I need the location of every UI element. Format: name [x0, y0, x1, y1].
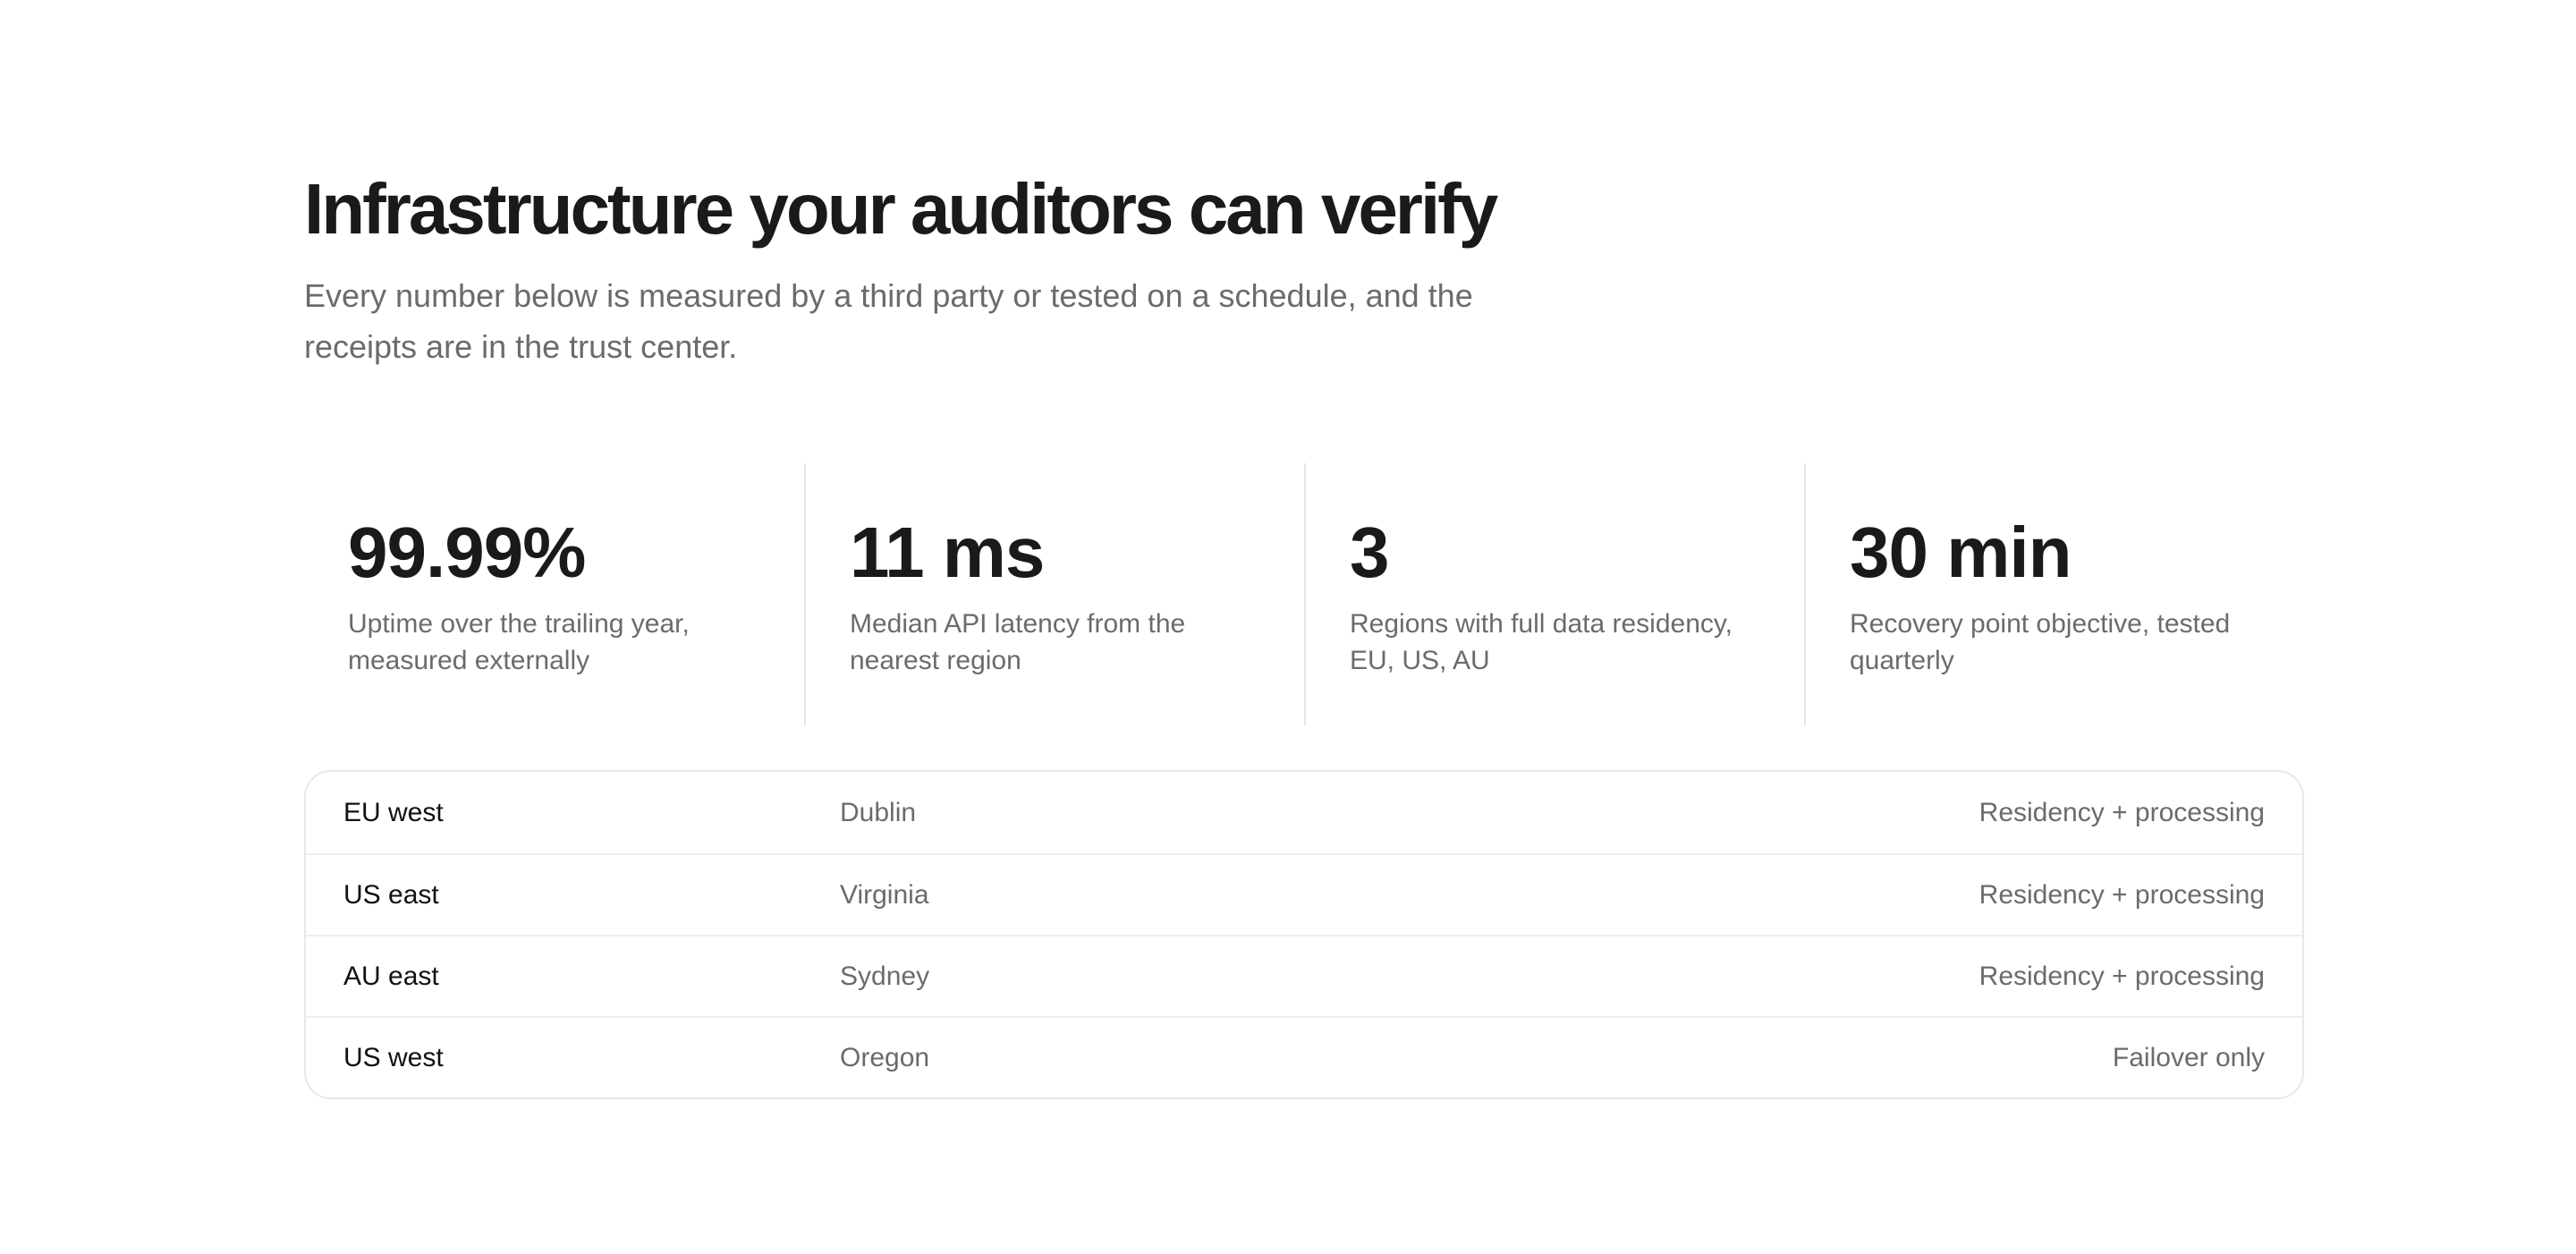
region-mode: Residency + processing: [1979, 797, 2265, 827]
section-subtitle: Every number below is measured by a thir…: [304, 277, 1473, 365]
region-name: AU east: [343, 961, 439, 991]
region-name: US east: [343, 879, 439, 910]
stats-grid: 99.99% Uptime over the trailing year, me…: [304, 463, 2304, 725]
region-row: AU east Sydney Residency + processing: [306, 935, 2302, 1016]
region-city: Virginia: [840, 879, 929, 910]
stat-label: Regions with full data residency, EU, US…: [1350, 609, 1733, 675]
stat-label: Recovery point objective, tested quarter…: [1850, 609, 2231, 675]
stat-regions: 3 Regions with full data residency, EU, …: [1304, 463, 1804, 725]
region-name: US west: [343, 1042, 444, 1072]
region-row: EU west Dublin Residency + processing: [306, 772, 2302, 853]
region-row: US west Oregon Failover only: [306, 1016, 2302, 1097]
section-title: Infrastructure your auditors can verify: [304, 169, 1498, 249]
region-mode: Residency + processing: [1979, 961, 2265, 991]
stat-value: 30 min: [1850, 513, 2072, 592]
region-row: US east Virginia Residency + processing: [306, 853, 2302, 935]
region-name: EU west: [343, 797, 444, 827]
infrastructure-section: Infrastructure your auditors can verify …: [304, 166, 2304, 1099]
stat-value: 3: [1350, 513, 1390, 592]
stat-value: 99.99%: [348, 513, 586, 592]
stat-label: Median API latency from the nearest regi…: [850, 609, 1186, 675]
stat-latency: 11 ms Median API latency from the neares…: [804, 463, 1304, 725]
regions-table: EU west Dublin Residency + processing US…: [304, 770, 2304, 1099]
stat-recovery: 30 min Recovery point objective, tested …: [1804, 463, 2304, 725]
region-city: Sydney: [840, 961, 930, 991]
region-mode: Failover only: [2112, 1042, 2265, 1072]
stat-uptime: 99.99% Uptime over the trailing year, me…: [304, 463, 804, 725]
stat-label: Uptime over the trailing year, measured …: [348, 609, 690, 675]
stat-value: 11 ms: [850, 513, 1045, 592]
region-city: Oregon: [840, 1042, 930, 1072]
region-city: Dublin: [840, 797, 917, 827]
region-mode: Residency + processing: [1979, 879, 2265, 910]
